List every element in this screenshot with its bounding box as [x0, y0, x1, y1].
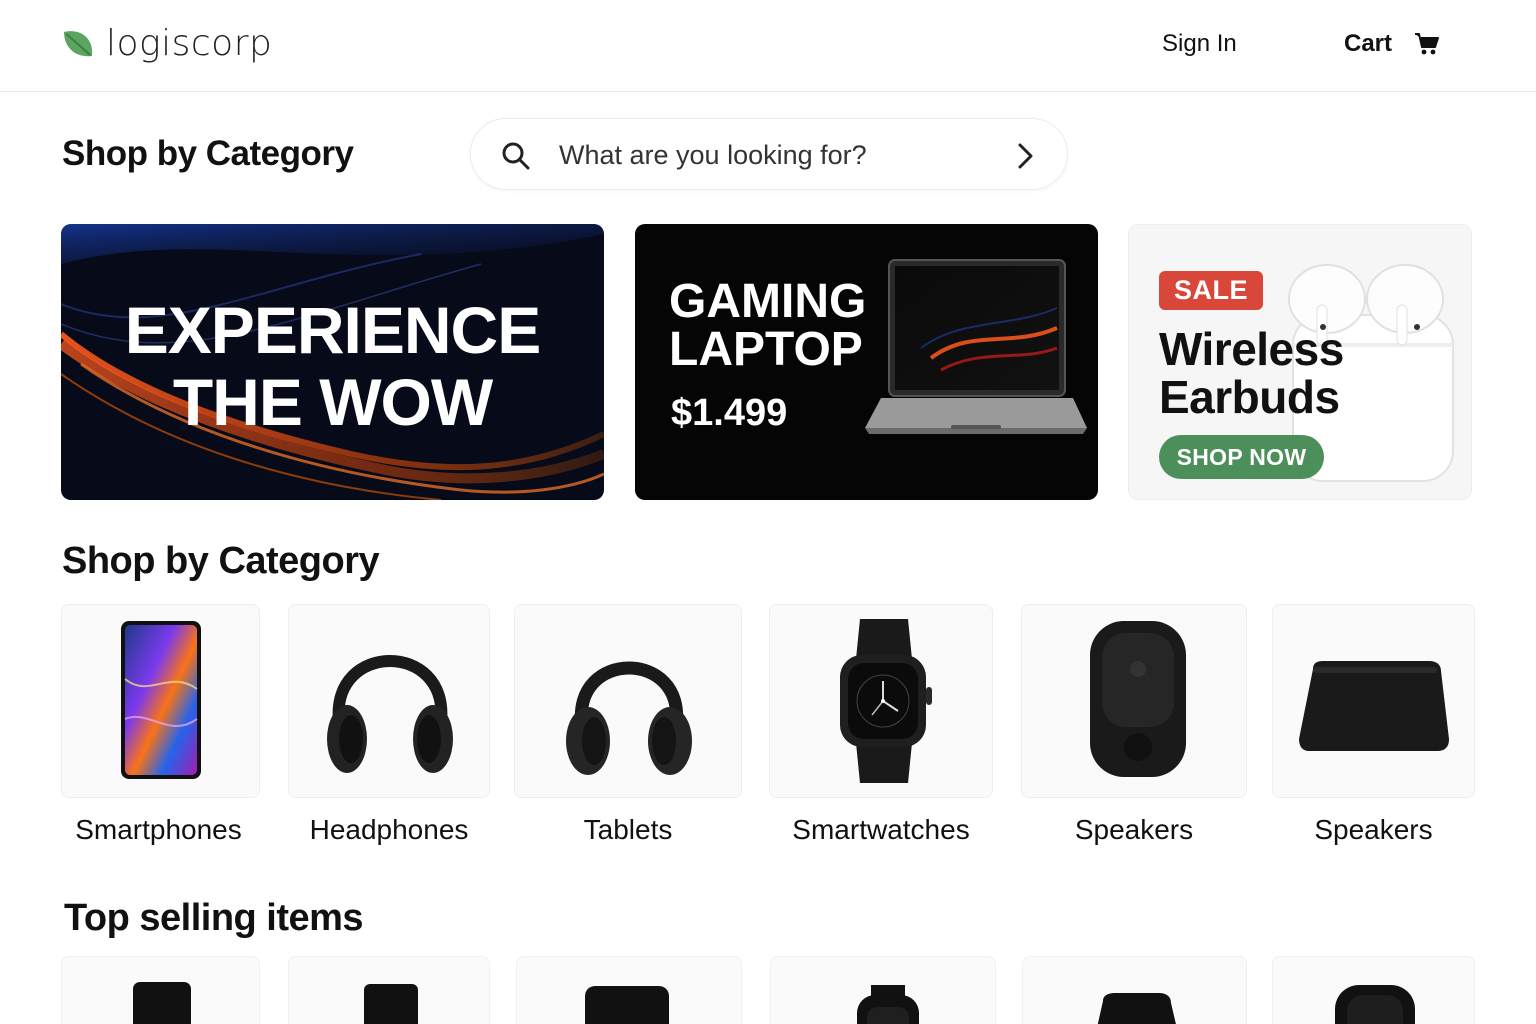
gaming-laptop-title: GAMING LAPTOP [669, 278, 866, 374]
site-header: logiscorp Sign In Cart [0, 0, 1536, 92]
category-label-tablets[interactable]: Tablets [514, 814, 742, 846]
gaming-laptop-title-line2: LAPTOP [669, 323, 863, 376]
smartwatch-icon [840, 619, 932, 783]
tablet-icon [585, 986, 669, 1024]
smartwatch-icon [857, 985, 919, 1024]
speaker-icon [1097, 993, 1176, 1024]
wireless-earbuds-title: Wireless Earbuds [1159, 325, 1344, 421]
speaker-icon [1299, 661, 1449, 751]
speaker-icon [1335, 985, 1415, 1024]
wireless-earbuds-title-line1: Wireless [1159, 323, 1344, 375]
shop-now-button[interactable]: SHOP NOW [1159, 435, 1324, 479]
category-label-speakers-2[interactable]: Speakers [1272, 814, 1475, 846]
logo-text: logiscorp [106, 23, 273, 64]
category-card-tablets[interactable] [514, 604, 742, 798]
category-card-speakers[interactable] [1021, 604, 1247, 798]
top-selling-card[interactable] [516, 956, 742, 1024]
cart-label: Cart [1344, 30, 1393, 57]
search-bar [470, 118, 1068, 190]
cart-icon [1415, 33, 1440, 55]
sign-in-link[interactable]: Sign In [1162, 30, 1237, 58]
category-label-smartwatches[interactable]: Smartwatches [769, 814, 993, 846]
headphones-icon [327, 655, 453, 773]
smartphone-icon [364, 984, 418, 1024]
search-input[interactable] [559, 135, 989, 175]
banner-headline: EXPERIENCE THE WOW [61, 294, 604, 438]
category-label-smartphones[interactable]: Smartphones [61, 814, 256, 846]
shop-by-category-title: Shop by Category [62, 540, 380, 582]
category-label-headphones[interactable]: Headphones [288, 814, 490, 846]
cart-button[interactable]: Cart [1344, 30, 1440, 58]
category-card-headphones[interactable] [288, 604, 490, 798]
promo-banner-experience[interactable]: EXPERIENCE THE WOW [61, 224, 604, 500]
smartphone-icon [133, 982, 191, 1024]
gaming-laptop-title-line1: GAMING [669, 275, 867, 328]
promo-banner-wireless-earbuds[interactable]: SALE Wireless Earbuds SHOP NOW [1128, 224, 1472, 500]
chevron-right-icon[interactable] [1017, 143, 1035, 169]
smartphone-icon [121, 621, 201, 779]
banner-headline-line1: EXPERIENCE [124, 293, 541, 367]
banner-headline-line2: THE WOW [172, 365, 493, 439]
laptop-image [865, 259, 1087, 434]
speaker-icon [1090, 621, 1186, 777]
category-label-speakers[interactable]: Speakers [1021, 814, 1247, 846]
leaf-logo-icon [64, 31, 93, 57]
gaming-laptop-price: $1.499 [671, 392, 788, 434]
search-icon [502, 142, 530, 170]
sale-badge: SALE [1159, 271, 1264, 310]
category-card-speakers-2[interactable] [1272, 604, 1475, 798]
wireless-earbuds-title-line2: Earbuds [1159, 371, 1340, 423]
top-selling-card[interactable] [61, 956, 260, 1024]
logo[interactable]: logiscorp [60, 22, 272, 66]
shop-by-category-title-top: Shop by Category [62, 134, 354, 173]
top-selling-card[interactable] [1022, 956, 1247, 1024]
top-selling-card[interactable] [1272, 956, 1475, 1024]
category-card-smartphones[interactable] [61, 604, 260, 798]
top-selling-card[interactable] [770, 956, 996, 1024]
top-selling-card[interactable] [288, 956, 490, 1024]
promo-banner-gaming-laptop[interactable]: GAMING LAPTOP $1.499 [635, 224, 1098, 500]
category-card-smartwatches[interactable] [769, 604, 993, 798]
top-selling-title: Top selling items [64, 897, 364, 939]
headphones-icon [566, 661, 692, 775]
